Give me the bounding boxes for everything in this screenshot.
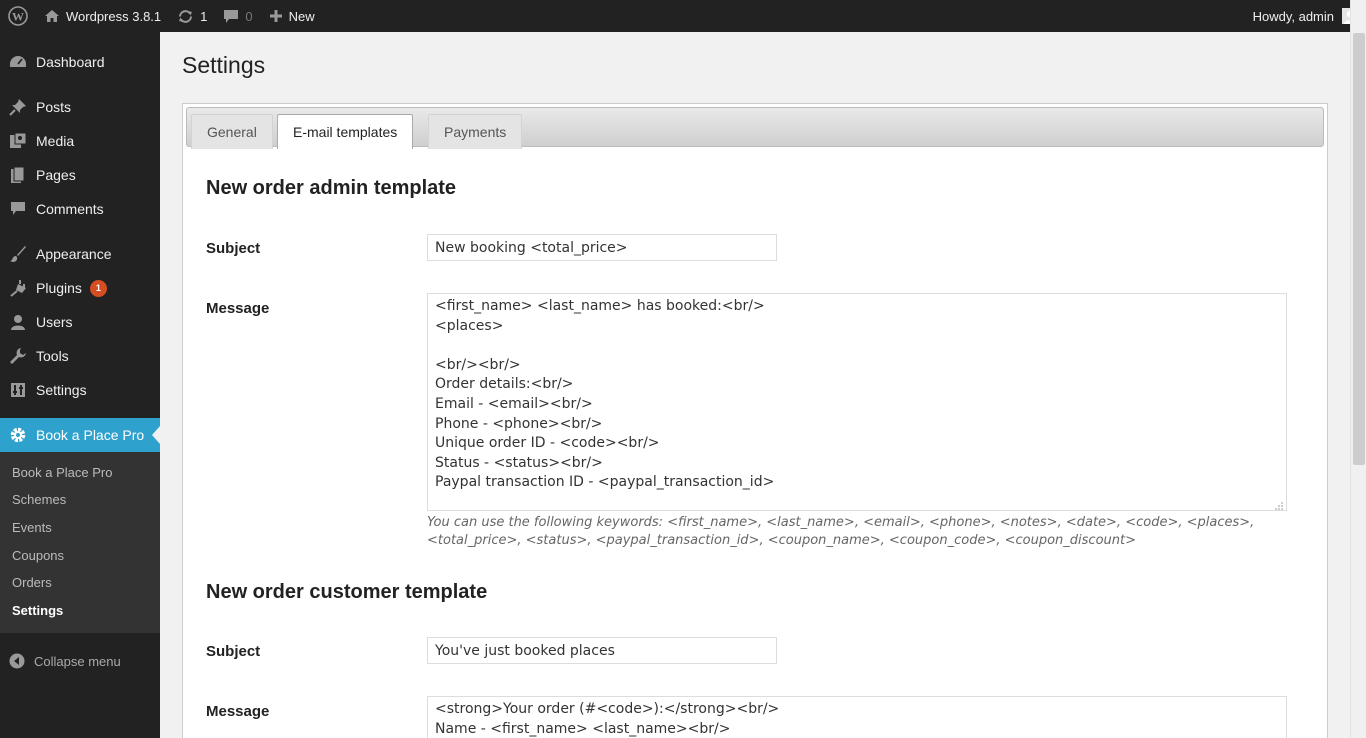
pushpin-icon <box>0 98 36 116</box>
keywords-hint: You can use the following keywords: <fir… <box>427 514 1287 550</box>
comment-bubble-icon <box>223 9 239 24</box>
sliders-icon <box>0 382 36 398</box>
plug-icon <box>0 279 36 297</box>
menu-item-tools[interactable]: Tools <box>0 339 160 373</box>
page-title: Settings <box>182 52 266 78</box>
textarea-line: Name - <first_name> <last_name><br/> <box>435 720 731 737</box>
menu-item-label: Dashboard <box>36 54 105 70</box>
textarea-line: <places> <box>435 317 504 334</box>
textarea-line: <first_name> <last_name> has booked:<br/… <box>435 298 765 314</box>
textarea-line: <strong>Your order (#<code>):</strong><b… <box>435 701 780 717</box>
settings-panel: General E-mail templates Payments New or… <box>182 103 1328 738</box>
menu-item-posts[interactable]: Posts <box>0 90 160 124</box>
wrench-icon <box>0 347 36 365</box>
page-scrollbar[interactable] <box>1350 0 1366 738</box>
textarea-line: Email - <email><br/> <box>435 395 593 412</box>
customer-message-label: Message <box>206 703 270 720</box>
collapse-menu-button[interactable]: Collapse menu <box>0 646 160 676</box>
menu-item-users[interactable]: Users <box>0 305 160 339</box>
updates-link[interactable]: 1 <box>169 0 215 32</box>
howdy-text: Howdy, admin <box>1252 8 1334 24</box>
plugins-update-badge: 1 <box>89 279 107 297</box>
submenu-item-orders[interactable]: Orders <box>12 575 52 590</box>
textarea-line: Unique order ID - <code><br/> <box>435 435 660 452</box>
comment-bubble-icon <box>0 201 36 217</box>
resize-grip-icon[interactable] <box>1274 498 1284 510</box>
collapse-menu-label: Collapse menu <box>34 653 121 669</box>
textarea-line: Order details:<br/> <box>435 376 574 393</box>
customer-template-title: New order customer template <box>206 581 488 603</box>
dashboard-icon <box>0 54 36 70</box>
refresh-icon <box>177 9 194 24</box>
admin-subject-label: Subject <box>206 240 261 257</box>
comments-count: 0 <box>245 8 253 24</box>
menu-item-label: Plugins <box>36 280 82 296</box>
my-account-link[interactable]: Howdy, admin <box>1245 0 1366 32</box>
admin-bar: W Wordpress 3.8.1 1 0 New Howdy, admin <box>0 0 1366 32</box>
admin-message-textarea[interactable]: <first_name> <last_name> has booked:<br/… <box>427 293 1287 511</box>
menu-item-label: Posts <box>36 99 72 115</box>
keywords-hint-line: You can use the following keywords: <fir… <box>427 515 1255 530</box>
scrollbar-thumb[interactable] <box>1353 33 1365 465</box>
customer-subject-label: Subject <box>206 643 261 660</box>
menu-item-dashboard[interactable]: Dashboard <box>0 45 160 79</box>
book-a-place-submenu: Book a Place Pro Schemes Events Coupons … <box>0 452 160 633</box>
admin-message-label: Message <box>206 300 270 317</box>
menu-item-label: Pages <box>36 167 76 183</box>
menu-item-pages[interactable]: Pages <box>0 158 160 192</box>
textarea-line <box>435 336 1279 356</box>
submenu-item-settings[interactable]: Settings <box>12 603 63 618</box>
menu-item-label: Settings <box>36 382 87 398</box>
svg-text:W: W <box>12 10 24 24</box>
new-label: New <box>288 8 315 24</box>
textarea-line: Phone - <phone><br/> <box>435 415 603 432</box>
admin-subject-input[interactable] <box>427 234 777 261</box>
site-name-link[interactable]: Wordpress 3.8.1 <box>36 0 169 32</box>
site-name: Wordpress 3.8.1 <box>66 8 162 24</box>
menu-item-settings[interactable]: Settings <box>0 373 160 407</box>
menu-item-label: Book a Place Pro <box>36 427 145 443</box>
gear-icon <box>0 426 36 444</box>
menu-item-label: Users <box>36 314 73 330</box>
submenu-item-schemes[interactable]: Schemes <box>12 492 66 507</box>
menu-item-label: Appearance <box>36 246 112 262</box>
menu-item-book-a-place-pro[interactable]: Book a Place Pro <box>0 418 160 452</box>
pages-icon <box>0 166 36 184</box>
user-icon <box>0 314 36 330</box>
textarea-line: Paypal transaction ID - <paypal_transact… <box>435 474 775 491</box>
customer-message-textarea[interactable]: <strong>Your order (#<code>):</strong><b… <box>427 696 1287 738</box>
admin-menu: Dashboard Posts Media Pages Comments App… <box>0 32 160 738</box>
submenu-item-book-a-place-pro[interactable]: Book a Place Pro <box>12 465 112 480</box>
plus-icon <box>269 9 283 23</box>
menu-item-media[interactable]: Media <box>0 124 160 158</box>
keywords-hint-line: <total_price>, <status>, <paypal_transac… <box>427 533 1136 548</box>
textarea-line: Status - <status><br/> <box>435 454 603 471</box>
comments-link[interactable]: 0 <box>215 0 260 32</box>
new-content-link[interactable]: New <box>261 0 323 32</box>
menu-item-label: Tools <box>36 348 69 364</box>
wordpress-logo-icon[interactable]: W <box>0 0 36 32</box>
submenu-item-events[interactable]: Events <box>12 520 52 535</box>
tab-email-templates[interactable]: E-mail templates <box>277 114 414 149</box>
textarea-line: <br/><br/> <box>435 356 521 373</box>
collapse-arrow-icon <box>0 653 34 669</box>
tabs-bar: General E-mail templates Payments <box>186 107 1324 149</box>
menu-item-plugins[interactable]: Plugins 1 <box>0 271 160 305</box>
menu-item-label: Comments <box>36 201 104 217</box>
submenu-item-coupons[interactable]: Coupons <box>12 548 64 563</box>
paintbrush-icon <box>0 245 36 263</box>
tab-payments[interactable]: Payments <box>428 114 523 149</box>
menu-item-appearance[interactable]: Appearance <box>0 237 160 271</box>
menu-item-label: Media <box>36 133 75 149</box>
customer-subject-input[interactable] <box>427 637 777 664</box>
main-content: Settings General E-mail templates Paymen… <box>160 32 1350 738</box>
tab-general[interactable]: General <box>191 114 273 149</box>
admin-template-title: New order admin template <box>206 177 457 199</box>
updates-count: 1 <box>200 8 208 24</box>
home-icon <box>44 9 60 23</box>
menu-item-comments[interactable]: Comments <box>0 192 160 226</box>
media-icon <box>0 132 36 150</box>
